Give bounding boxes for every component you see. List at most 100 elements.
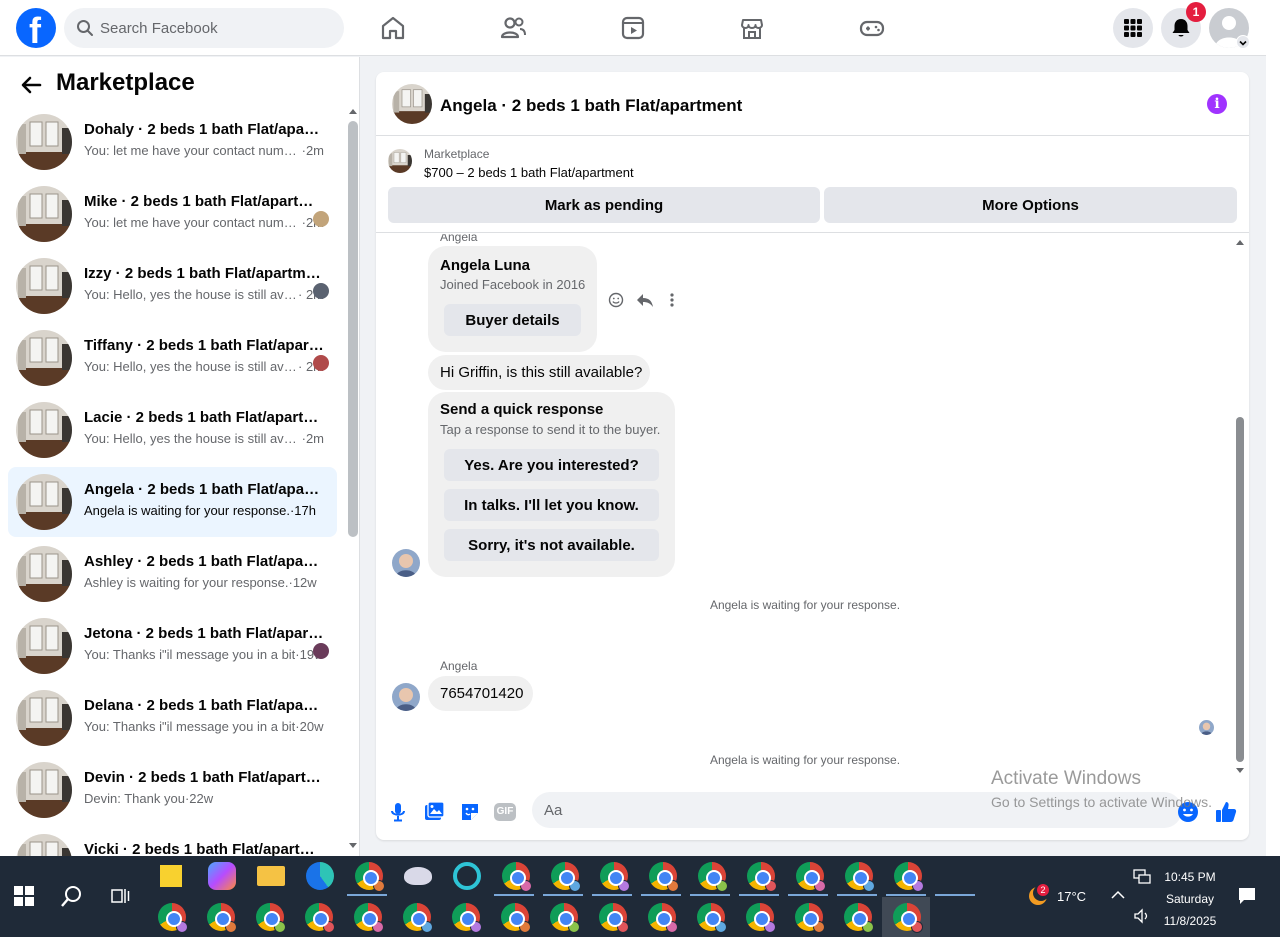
chrome-profile-badge [814,880,826,892]
chrome-app-icon[interactable] [894,862,924,892]
message-bubble[interactable]: 7654701420 [428,676,533,711]
watch-video-icon[interactable] [617,12,649,44]
conversation-item[interactable]: Lacie · 2 beds 1 bath Flat/apartment You:… [8,395,337,465]
conversation-list-scrollbar[interactable] [347,57,359,848]
conversation-item[interactable]: Vicki · 2 beds 1 bath Flat/apartment [8,827,337,856]
scrollbar-thumb[interactable] [348,121,358,537]
chrome-app-icon[interactable] [649,862,679,892]
scroll-up-icon[interactable] [1236,239,1244,245]
edge-icon[interactable] [306,862,334,890]
buyer-details-button[interactable]: Buyer details [444,304,581,336]
conversation-item[interactable]: Devin · 2 beds 1 bath Flat/apartment Devi… [8,755,337,825]
message-thread-scrollbar[interactable] [1234,237,1246,777]
conversation-item[interactable]: Angela · 2 beds 1 bath Flat/apartment Ang… [8,467,337,537]
sender-avatar[interactable] [392,683,420,711]
facebook-logo[interactable]: f [16,8,56,51]
volume-icon[interactable] [1133,908,1151,924]
system-clock[interactable]: 10:45 PM Saturday 11/8/2025 [1150,866,1230,932]
reply-icon[interactable] [636,292,654,308]
chrome-app-icon[interactable] [452,903,482,933]
microphone-icon[interactable] [386,800,410,824]
chrome-app-icon[interactable] [256,903,286,933]
photo-icon[interactable] [422,800,446,824]
file-explorer-icon[interactable] [257,866,285,886]
conversation-item[interactable]: Dohaly · 2 beds 1 bath Flat/apartment You… [8,107,337,177]
temperature[interactable]: 17°C [1057,889,1086,904]
windows-start-icon[interactable] [14,886,34,906]
chrome-app-icon[interactable] [844,903,874,933]
emoji-react-icon[interactable] [608,292,624,308]
gif-button[interactable]: GIF [494,803,516,821]
menu-button[interactable] [1113,8,1153,48]
home-icon[interactable] [377,12,409,44]
conversation-item[interactable]: Mike · 2 beds 1 bath Flat/apartment You: … [8,179,337,249]
chrome-app-icon[interactable] [403,903,433,933]
account-chevron[interactable] [1236,35,1250,49]
chrome-app-icon[interactable] [207,903,237,933]
more-vertical-icon[interactable] [668,292,676,308]
chrome-app-icon[interactable] [698,862,728,892]
chrome-app-icon[interactable] [697,903,727,933]
scrollbar-thumb[interactable] [1236,417,1244,762]
listing-thumbnail [16,546,72,602]
search-input[interactable] [100,8,330,48]
chrome-app-icon[interactable] [158,903,188,933]
paint-app-icon[interactable] [404,867,432,885]
info-icon[interactable]: i [1207,94,1227,114]
chrome-app-icon[interactable] [551,862,581,892]
chrome-app-icon[interactable] [747,862,777,892]
chevron-up-icon[interactable] [1111,890,1125,900]
listing-thumbnail-small[interactable] [388,149,412,173]
chrome-app-icon[interactable] [845,862,875,892]
conversation-time: ·2m [301,431,324,446]
chrome-app-icon[interactable] [600,862,630,892]
taskbar-search-icon[interactable] [60,884,84,908]
scroll-up-icon[interactable] [349,108,357,114]
conversation-item[interactable]: Delana · 2 beds 1 bath Flat/apartment You… [8,683,337,753]
conversation-item[interactable]: Izzy · 2 beds 1 bath Flat/apartment You: … [8,251,337,321]
more-options-button[interactable]: More Options [824,187,1237,223]
friends-icon[interactable] [497,12,529,44]
search-box[interactable] [64,8,344,48]
back-arrow-icon[interactable] [20,74,42,96]
chrome-app-icon[interactable] [550,903,580,933]
conversation-item[interactable]: Ashley · 2 beds 1 bath Flat/apartment Ash… [8,539,337,609]
chrome-app-icon[interactable] [305,903,335,933]
conversation-title: Devin · 2 beds 1 bath Flat/apartment [84,769,324,786]
chrome-app-icon[interactable] [893,903,923,933]
chrome-app-icon[interactable] [796,862,826,892]
running-app-indicator [494,894,534,896]
message-bubble[interactable]: Hi Griffin, is this still available? [428,355,650,390]
conversation-item[interactable]: Tiffany · 2 beds 1 bath Flat/apartment Yo… [8,323,337,393]
quick-response-yes[interactable]: Yes. Are you interested? [444,449,659,481]
chat-title[interactable]: Angela · 2 beds 1 bath Flat/apartment [440,96,742,116]
listing-price[interactable]: $700 – 2 beds 1 bath Flat/apartment [424,165,634,180]
app-icon[interactable] [453,862,481,890]
chat-listing-thumbnail[interactable] [392,84,432,124]
action-center-icon[interactable] [1238,887,1256,905]
sticky-notes-icon[interactable] [160,865,182,887]
mark-as-pending-button[interactable]: Mark as pending [388,187,820,223]
chrome-app-icon[interactable] [746,903,776,933]
quick-response-in-talks[interactable]: In talks. I'll let you know. [444,489,659,521]
sticker-icon[interactable] [458,800,482,824]
scroll-down-icon[interactable] [349,843,357,849]
page-scrollbar[interactable] [1266,0,1280,856]
network-icon[interactable] [1133,868,1151,884]
marketplace-store-icon[interactable] [736,12,768,44]
chrome-app-icon[interactable] [599,903,629,933]
task-view-icon[interactable] [110,886,130,906]
chrome-app-icon[interactable] [355,862,385,892]
conversation-item[interactable]: Jetona · 2 beds 1 bath Flat/apartment You… [8,611,337,681]
chrome-app-icon[interactable] [501,903,531,933]
copilot-icon[interactable] [208,862,236,890]
chrome-app-icon[interactable] [795,903,825,933]
quick-response-not-available[interactable]: Sorry, it's not available. [444,529,659,561]
chrome-app-icon[interactable] [502,862,532,892]
chrome-app-icon[interactable] [648,903,678,933]
scroll-down-icon[interactable] [1236,768,1244,774]
chrome-app-icon[interactable] [354,903,384,933]
sender-avatar[interactable] [392,549,420,577]
gaming-controller-icon[interactable] [856,12,888,44]
like-thumbs-up-icon[interactable] [1214,800,1238,824]
